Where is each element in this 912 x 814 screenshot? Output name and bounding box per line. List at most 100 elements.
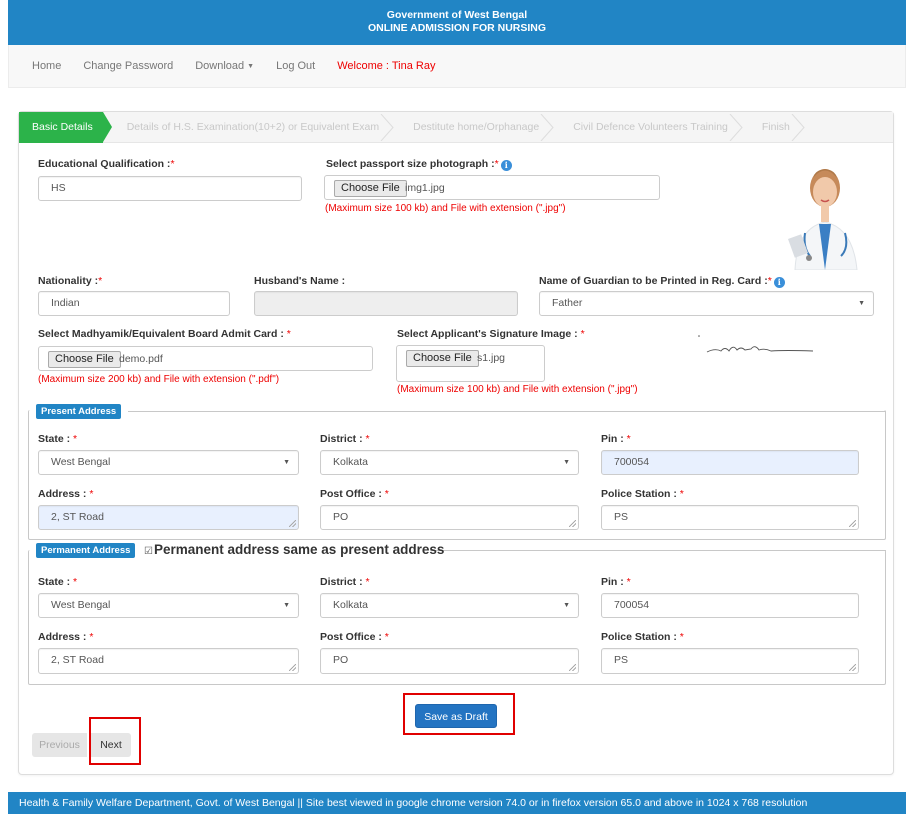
nationality-input[interactable]: Indian [38, 291, 230, 316]
guardian-label: Name of Guardian to be Printed in Reg. C… [539, 275, 785, 288]
textarea-value: 2, ST Road [51, 654, 104, 666]
required-marker: * [679, 631, 684, 643]
same-address-checkbox[interactable]: ☑Permanent address same as present addre… [144, 542, 444, 557]
signature-hint: (Maximum size 100 kb) and File with exte… [397, 384, 638, 395]
present-address-legend: Present Address [36, 404, 122, 419]
checkbox-checked-icon[interactable]: ☑ [144, 546, 153, 557]
present-post-office-label: Post Office : * [320, 488, 389, 500]
admit-card-file-input[interactable]: Choose File demo.pdf [38, 346, 373, 371]
edu-qual-label: Educational Qualification :* [38, 158, 175, 170]
permanent-police-station-textarea[interactable]: PS [601, 648, 859, 674]
husband-name-input[interactable] [254, 291, 518, 316]
guardian-select[interactable]: Father ▼ [539, 291, 874, 316]
label-text: Address : [38, 488, 90, 500]
file-name: demo.pdf [119, 353, 163, 365]
info-icon[interactable]: i [773, 277, 785, 288]
present-police-station-textarea[interactable]: PS [601, 505, 859, 530]
permanent-pin-input[interactable]: 700054 [601, 593, 859, 618]
resize-grip-icon[interactable] [569, 664, 576, 671]
header-line2: ONLINE ADMISSION FOR NURSING [367, 22, 547, 34]
required-marker: * [170, 158, 175, 170]
choose-file-button[interactable]: Choose File [334, 180, 407, 197]
nav-change-password[interactable]: Change Password [83, 60, 173, 72]
nav-logout[interactable]: Log Out [276, 60, 315, 72]
photo-hint: (Maximum size 100 kb) and File with exte… [325, 203, 566, 214]
nationality-label: Nationality :* [38, 275, 102, 287]
required-marker: * [365, 576, 370, 588]
caret-down-icon: ▼ [858, 300, 865, 307]
label-text: Police Station : [601, 631, 680, 643]
permanent-district-select[interactable]: Kolkata ▼ [320, 593, 579, 618]
step-label: Finish [761, 120, 790, 133]
step-separator-icon [380, 113, 394, 141]
choose-file-button[interactable]: Choose File [406, 350, 479, 367]
present-address-textarea[interactable]: 2, ST Road [38, 505, 299, 530]
edu-qual-input[interactable]: HS [38, 176, 302, 201]
permanent-address-textarea[interactable]: 2, ST Road [38, 648, 299, 674]
resize-grip-icon[interactable] [849, 664, 856, 671]
textarea-value: PO [333, 654, 349, 666]
label-text: State : [38, 433, 74, 445]
textarea-value: 2, ST Road [51, 511, 104, 523]
required-marker: * [580, 328, 585, 340]
step-separator-icon [729, 113, 743, 141]
selected-value: Kolkata [333, 599, 369, 611]
label-text: Police Station : [601, 488, 680, 500]
step-label: Basic Details [32, 120, 93, 133]
label-text: District : [320, 576, 366, 588]
step-basic-details[interactable]: Basic Details [19, 111, 112, 143]
step-label: Civil Defence Volunteers Training [573, 120, 728, 133]
navbar: Home Change Password Download ▼ Log Out W… [8, 45, 906, 88]
resize-grip-icon[interactable] [289, 520, 296, 527]
header-line1: Government of West Bengal [386, 9, 528, 21]
label-text: Pin : [601, 576, 627, 588]
step-civil-defence[interactable]: Civil Defence Volunteers Training [557, 112, 746, 143]
resize-grip-icon[interactable] [569, 520, 576, 527]
required-marker: * [626, 433, 631, 445]
husband-name-label: Husband's Name : [254, 275, 346, 287]
file-name: img1.jpg [405, 182, 445, 194]
label-text: Select Madhyamik/Equivalent Board Admit … [38, 328, 287, 340]
label-text: Educational Qualification : [38, 158, 171, 170]
permanent-address-label: Address : * [38, 631, 93, 643]
resize-grip-icon[interactable] [289, 664, 296, 671]
textarea-value: PO [333, 511, 349, 523]
caret-down-icon: ▼ [247, 62, 255, 70]
resize-grip-icon[interactable] [849, 520, 856, 527]
present-post-office-textarea[interactable]: PO [320, 505, 579, 530]
info-icon[interactable]: i [500, 160, 512, 171]
step-separator-icon [791, 113, 805, 141]
present-pin-label: Pin : * [601, 433, 631, 445]
highlight-box-next [89, 717, 141, 765]
present-pin-input[interactable]: 700054 [601, 450, 859, 475]
step-destitute-home[interactable]: Destitute home/Orphanage [397, 112, 557, 143]
required-marker: * [626, 576, 631, 588]
present-state-select[interactable]: West Bengal ▼ [38, 450, 299, 475]
admit-card-label: Select Madhyamik/Equivalent Board Admit … [38, 328, 291, 340]
step-hs-exam[interactable]: Details of H.S. Examination(10+2) or Equ… [103, 112, 397, 143]
nav-download[interactable]: Download ▼ [195, 60, 254, 72]
previous-button[interactable]: Previous [32, 733, 87, 757]
required-marker: * [89, 631, 94, 643]
permanent-state-select[interactable]: West Bengal ▼ [38, 593, 299, 618]
photo-file-input[interactable]: Choose File img1.jpg [324, 175, 660, 200]
highlight-box-save-draft [403, 693, 515, 735]
permanent-pin-label: Pin : * [601, 576, 631, 588]
step-finish[interactable]: Finish [746, 112, 808, 143]
label-text: Post Office : [320, 488, 385, 500]
nurse-photo [777, 166, 873, 270]
welcome-text: Welcome : Tina Ray [337, 60, 436, 72]
label-text: Pin : [601, 433, 627, 445]
site-header: Government of West Bengal ONLINE ADMISSI… [8, 0, 906, 45]
signature-file-input[interactable]: Choose File s1.jpg [396, 345, 545, 382]
permanent-address-legend: Permanent Address [36, 543, 136, 558]
present-district-select[interactable]: Kolkata ▼ [320, 450, 579, 475]
permanent-post-office-textarea[interactable]: PO [320, 648, 579, 674]
label-text: District : [320, 433, 366, 445]
required-marker: * [767, 275, 772, 287]
required-marker: * [679, 488, 684, 500]
choose-file-button[interactable]: Choose File [48, 351, 121, 368]
legend-divider [128, 411, 886, 412]
caret-down-icon: ▼ [283, 459, 290, 466]
nav-home[interactable]: Home [32, 60, 61, 72]
